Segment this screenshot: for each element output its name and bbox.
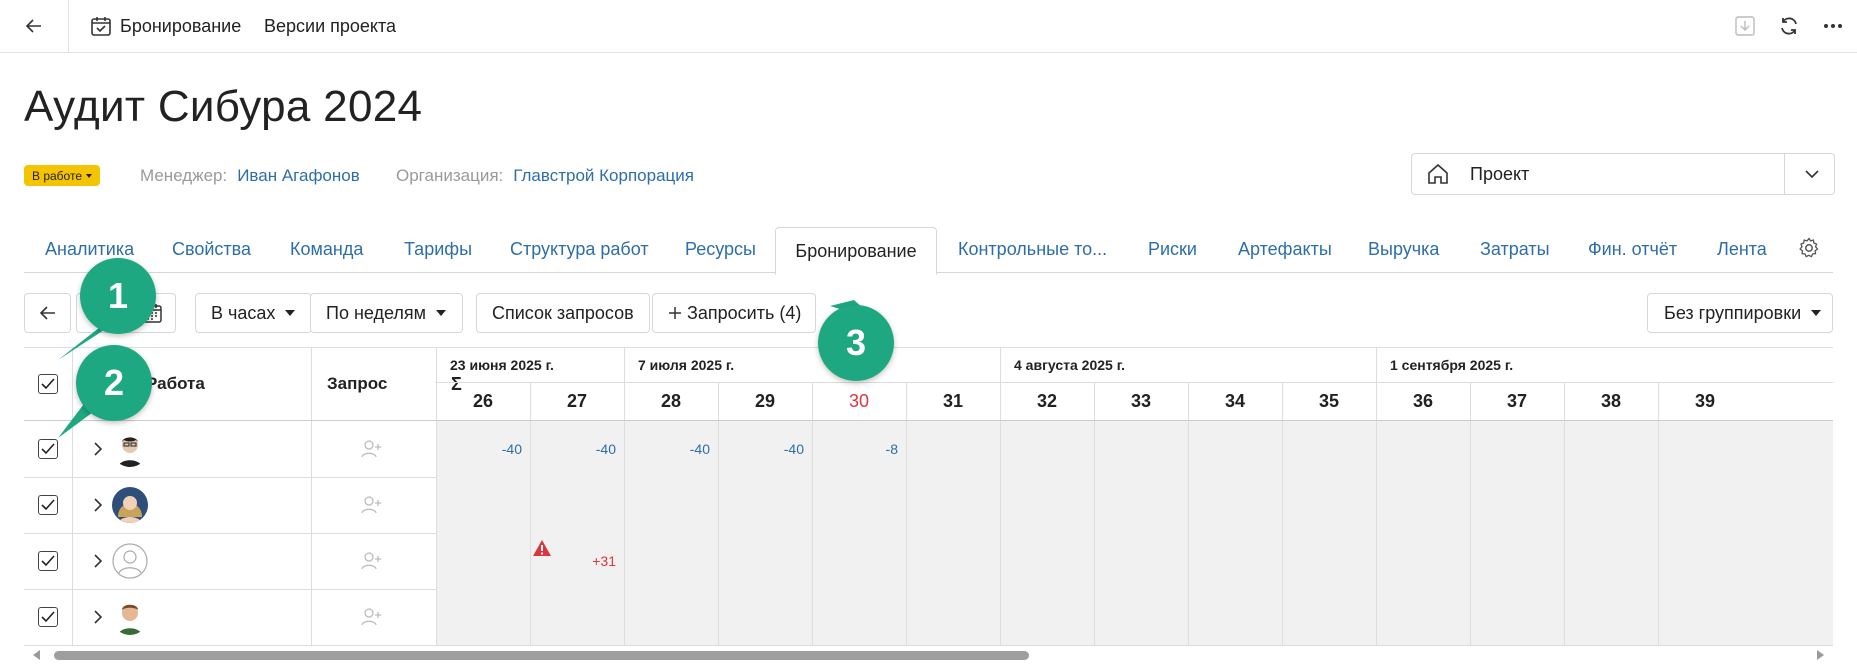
callout-pointers [58,300,876,438]
callout-3: 3 [818,305,894,381]
callout-1: 1 [80,258,156,334]
callout-2: 2 [76,345,152,421]
